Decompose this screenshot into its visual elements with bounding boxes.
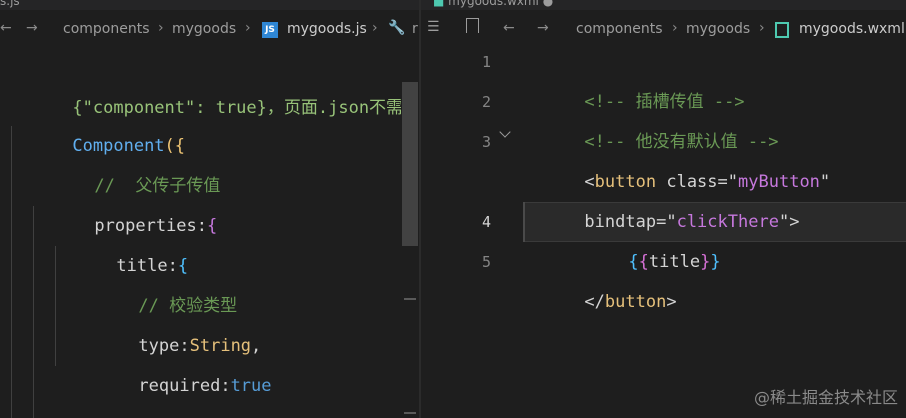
- line-number: 4: [481, 213, 491, 231]
- breadcrumb-more[interactable]: r: [412, 21, 418, 37]
- code-line: required:true: [138, 376, 272, 396]
- tab-label: s.js: [0, 0, 20, 8]
- tab-mygoods-js[interactable]: s.js: [0, 0, 40, 10]
- code-line: // 父传子传值: [94, 176, 221, 196]
- line-number: 1: [481, 53, 491, 71]
- code-line: properties:{: [94, 216, 218, 236]
- code-line: bindtap="clickThere">: [584, 212, 800, 232]
- chevron-right-icon: ›: [158, 20, 164, 36]
- breadcrumb-mygoods[interactable]: mygoods: [172, 21, 236, 37]
- wxml-file-icon: [775, 22, 789, 38]
- left-editor-pane: s.js ← → components › mygoods › JS mygoo…: [0, 0, 419, 418]
- chevron-right-icon: ›: [759, 20, 765, 36]
- arrow-left-icon[interactable]: ←: [503, 20, 515, 36]
- fold-chevron-icon[interactable]: [499, 126, 511, 138]
- left-scrollbar-thumb[interactable]: [402, 82, 418, 246]
- code-line: <!-- 他没有默认值 -->: [584, 132, 779, 152]
- right-tab-strip: ■ mygoods.wxml ●: [421, 0, 906, 10]
- line-number: 2: [481, 93, 491, 111]
- code-line: Component({: [72, 136, 186, 156]
- code-line: }: [55, 366, 126, 418]
- chevron-right-icon: ›: [372, 20, 378, 36]
- arrow-right-icon[interactable]: →: [537, 20, 549, 36]
- breadcrumb-file[interactable]: mygoods.wxml: [799, 21, 905, 37]
- breadcrumb-mygoods[interactable]: mygoods: [686, 21, 750, 37]
- wxml-file-icon: ■: [433, 0, 445, 8]
- line-number: 3: [481, 133, 491, 151]
- modified-dot-icon: ●: [542, 0, 554, 8]
- right-editor-pane: ■ mygoods.wxml ● ☰ ← → components › mygo…: [421, 0, 906, 418]
- tab-label: mygoods.wxml: [448, 0, 539, 8]
- scrollbar-marker: [404, 412, 416, 414]
- code-line: {{title}}: [628, 252, 721, 272]
- line-number: 5: [481, 253, 491, 271]
- bookmark-icon[interactable]: [466, 18, 479, 33]
- breadcrumb-components[interactable]: components: [63, 21, 150, 37]
- watermark: @稀土掘金技术社区: [753, 388, 898, 407]
- indent-guide: [55, 246, 56, 366]
- tab-mygoods-wxml[interactable]: ■ mygoods.wxml ●: [433, 0, 583, 10]
- scrollbar-marker: [404, 298, 416, 300]
- code-line: </button>: [584, 292, 677, 312]
- code-line: {"component": true}，页面.json不需要: [72, 98, 419, 118]
- arrow-left-icon[interactable]: ←: [0, 20, 12, 36]
- code-line: title:{: [116, 256, 189, 276]
- indent-guide: [11, 126, 12, 418]
- list-icon[interactable]: ☰: [427, 19, 440, 35]
- indent-guide: [33, 206, 34, 418]
- arrow-right-icon[interactable]: →: [26, 20, 38, 36]
- chevron-right-icon: ›: [245, 20, 251, 36]
- code-line: <button class="myButton": [584, 172, 831, 192]
- code-line: <!-- 插槽传值 -->: [584, 92, 745, 112]
- code-line: // 校验类型: [138, 296, 238, 316]
- breadcrumb-components[interactable]: components: [576, 21, 663, 37]
- left-tab-strip: s.js: [0, 0, 419, 10]
- breadcrumb-file[interactable]: mygoods.js: [287, 21, 367, 37]
- code-line: type:String,: [138, 336, 262, 356]
- js-file-icon: JS: [262, 22, 278, 38]
- chevron-right-icon: ›: [672, 20, 678, 36]
- wrench-icon: 🔧: [388, 20, 406, 36]
- left-breadcrumb: ← → components › mygoods › JS mygoods.js…: [0, 10, 419, 50]
